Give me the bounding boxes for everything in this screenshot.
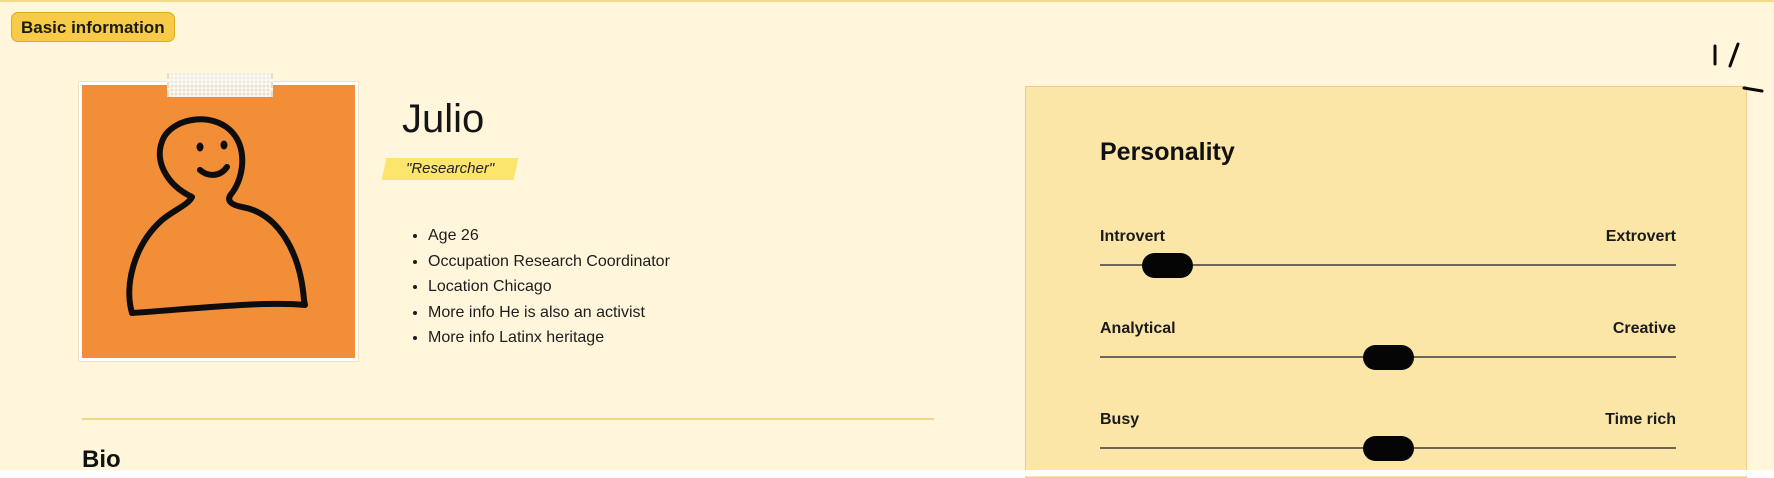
fact-item: Age 26: [428, 223, 670, 249]
hand-drawn-person-icon: [126, 116, 308, 316]
persona-tagline: "Researcher": [381, 158, 519, 180]
section-divider: [82, 418, 934, 420]
slider-right-label: Creative: [1612, 320, 1676, 337]
fact-item: Occupation Research Coordinator: [428, 249, 670, 275]
tape-icon: [167, 73, 273, 97]
personality-card: Personality Introvert Extrovert Analytic…: [1025, 86, 1747, 478]
slider-thumb[interactable]: [1363, 436, 1414, 461]
persona-board: Basic information Julio "Researcher" Age…: [0, 0, 1774, 478]
slider-left-label: Busy: [1100, 411, 1140, 428]
slider-right-label: Extrovert: [1605, 228, 1676, 245]
sparkle-marks-icon: [1713, 42, 1764, 93]
personality-title: Personality: [1100, 138, 1235, 166]
slider-thumb[interactable]: [1363, 345, 1414, 370]
fact-item: More info Latinx heritage: [428, 325, 670, 351]
slider-analytical-creative[interactable]: Analytical Creative: [1100, 319, 1676, 379]
persona-facts-list: Age 26 Occupation Research Coordinator L…: [398, 223, 670, 351]
slider-right-label: Time rich: [1605, 411, 1676, 428]
bottom-edge: [0, 470, 1774, 476]
section-badge[interactable]: Basic information: [11, 12, 175, 42]
slider-left-label: Analytical: [1100, 320, 1176, 337]
persona-photo-card: [79, 82, 358, 361]
slider-thumb[interactable]: [1142, 253, 1193, 278]
persona-tagline-text: "Researcher": [406, 160, 495, 177]
fact-item: More info He is also an activist: [428, 300, 670, 326]
slider-introvert-extrovert[interactable]: Introvert Extrovert: [1100, 227, 1676, 287]
fact-item: Location Chicago: [428, 274, 670, 300]
persona-name: Julio: [402, 97, 485, 141]
slider-busy-time-rich[interactable]: Busy Time rich: [1100, 410, 1676, 470]
slider-left-label: Introvert: [1100, 228, 1165, 245]
